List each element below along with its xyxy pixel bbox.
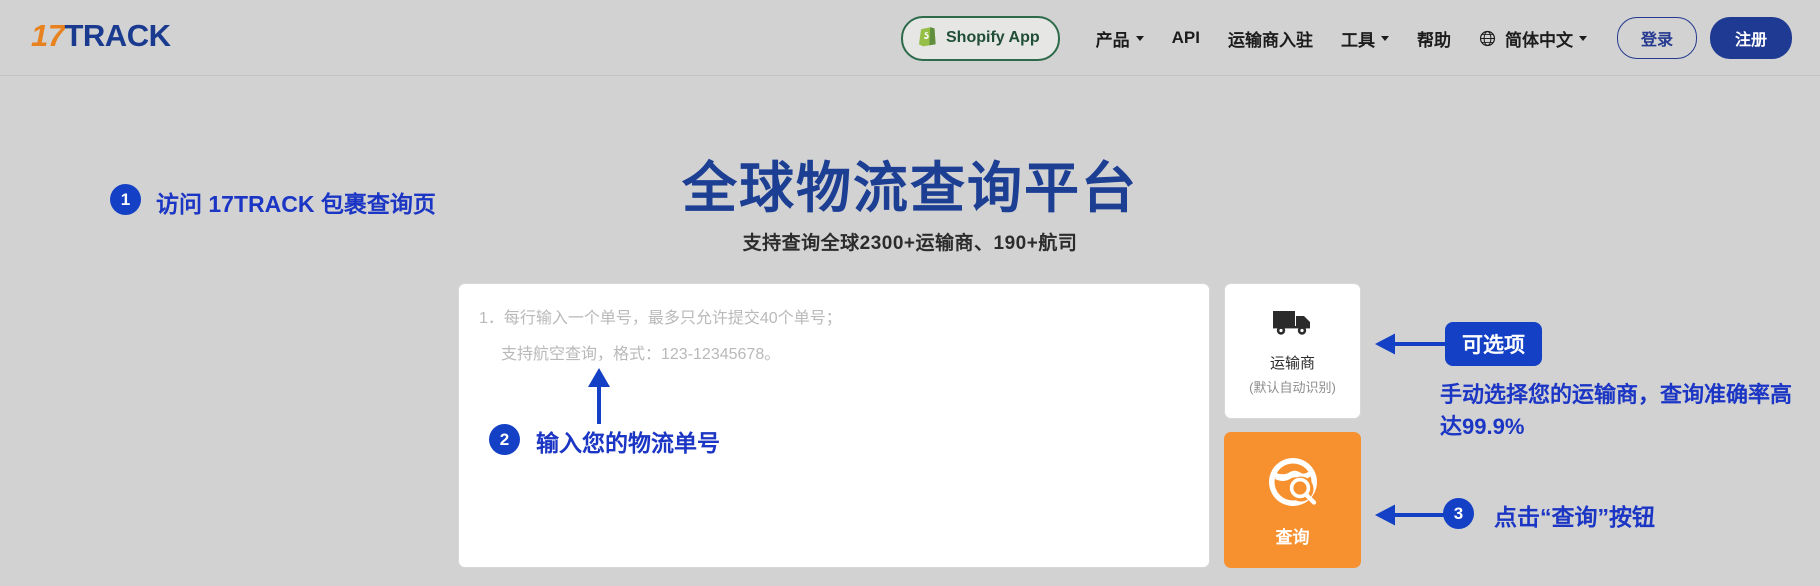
arrow-left-icon — [1375, 331, 1447, 362]
chevron-down-icon — [1380, 35, 1389, 41]
annotation-step2-text: 输入您的物流单号 — [536, 430, 720, 456]
shopify-app-button[interactable]: Shopify App — [901, 15, 1060, 61]
main-navigation: Shopify App 产品 API 运输商入驻 工具 帮助 简体中文 登录 注… — [901, 0, 1792, 76]
nav-item-tools[interactable]: 工具 — [1341, 26, 1389, 51]
globe-icon — [1479, 30, 1496, 47]
chevron-down-icon — [1135, 35, 1144, 41]
language-selector[interactable]: 简体中文 — [1479, 26, 1587, 51]
nav-label-help: 帮助 — [1416, 30, 1451, 50]
annotation-step1-badge: 1 — [110, 184, 141, 215]
chevron-down-icon — [1578, 35, 1587, 41]
shopify-bag-icon — [917, 25, 937, 52]
annotation-step3-badge: 3 — [1443, 498, 1474, 529]
annotation-optional-badge: 可选项 — [1445, 322, 1542, 366]
nav-item-help[interactable]: 帮助 — [1417, 26, 1451, 51]
page-subtitle: 支持查询全球2300+运输商、190+航司 — [742, 233, 1078, 254]
truck-icon — [1271, 306, 1315, 343]
carrier-label: 运输商 — [1269, 355, 1315, 372]
annotation-step2-badge: 2 — [489, 424, 520, 455]
search-button[interactable]: 查询 — [1224, 432, 1361, 568]
nav-label-tools: 工具 — [1340, 30, 1375, 50]
search-button-label: 查询 — [1275, 527, 1310, 547]
nav-item-api[interactable]: API — [1172, 28, 1200, 48]
nav-item-carrier-onboarding[interactable]: 运输商入驻 — [1228, 26, 1313, 51]
shopify-app-label: Shopify App — [946, 29, 1040, 46]
placeholder-line-1: 1．每行输入一个单号，最多只允许提交40个单号； — [479, 310, 842, 327]
arrow-up-icon — [586, 368, 612, 429]
language-label: 简体中文 — [1504, 30, 1573, 50]
site-logo[interactable]: 17TRACK — [31, 18, 171, 54]
logo-number: 17 — [31, 18, 65, 53]
annotation-step1-text: 访问 17TRACK 包裹查询页 — [156, 191, 436, 217]
arrow-left-icon — [1375, 502, 1447, 533]
carrier-selector[interactable]: 运输商 (默认自动识别) — [1224, 283, 1361, 419]
globe-search-icon — [1264, 453, 1322, 516]
site-header: 17TRACK Shopify App 产品 API 运输商入驻 工具 帮助 简… — [0, 0, 1820, 76]
annotation-step3-text: 点击“查询”按钮 — [1494, 504, 1655, 530]
nav-item-products[interactable]: 产品 — [1096, 26, 1144, 51]
register-button[interactable]: 注册 — [1709, 17, 1792, 59]
page-root: 17TRACK Shopify App 产品 API 运输商入驻 工具 帮助 简… — [0, 0, 1820, 586]
nav-label-products: 产品 — [1095, 30, 1130, 50]
nav-label-api: API — [1171, 28, 1200, 47]
nav-label-carrier-onboarding: 运输商入驻 — [1227, 30, 1313, 50]
annotation-optional-description: 手动选择您的运输商，查询准确率高达99.9% — [1440, 382, 1793, 439]
login-button[interactable]: 登录 — [1616, 17, 1697, 59]
logo-word: TRACK — [64, 18, 171, 53]
carrier-sublabel: (默认自动识别) — [1249, 380, 1336, 395]
